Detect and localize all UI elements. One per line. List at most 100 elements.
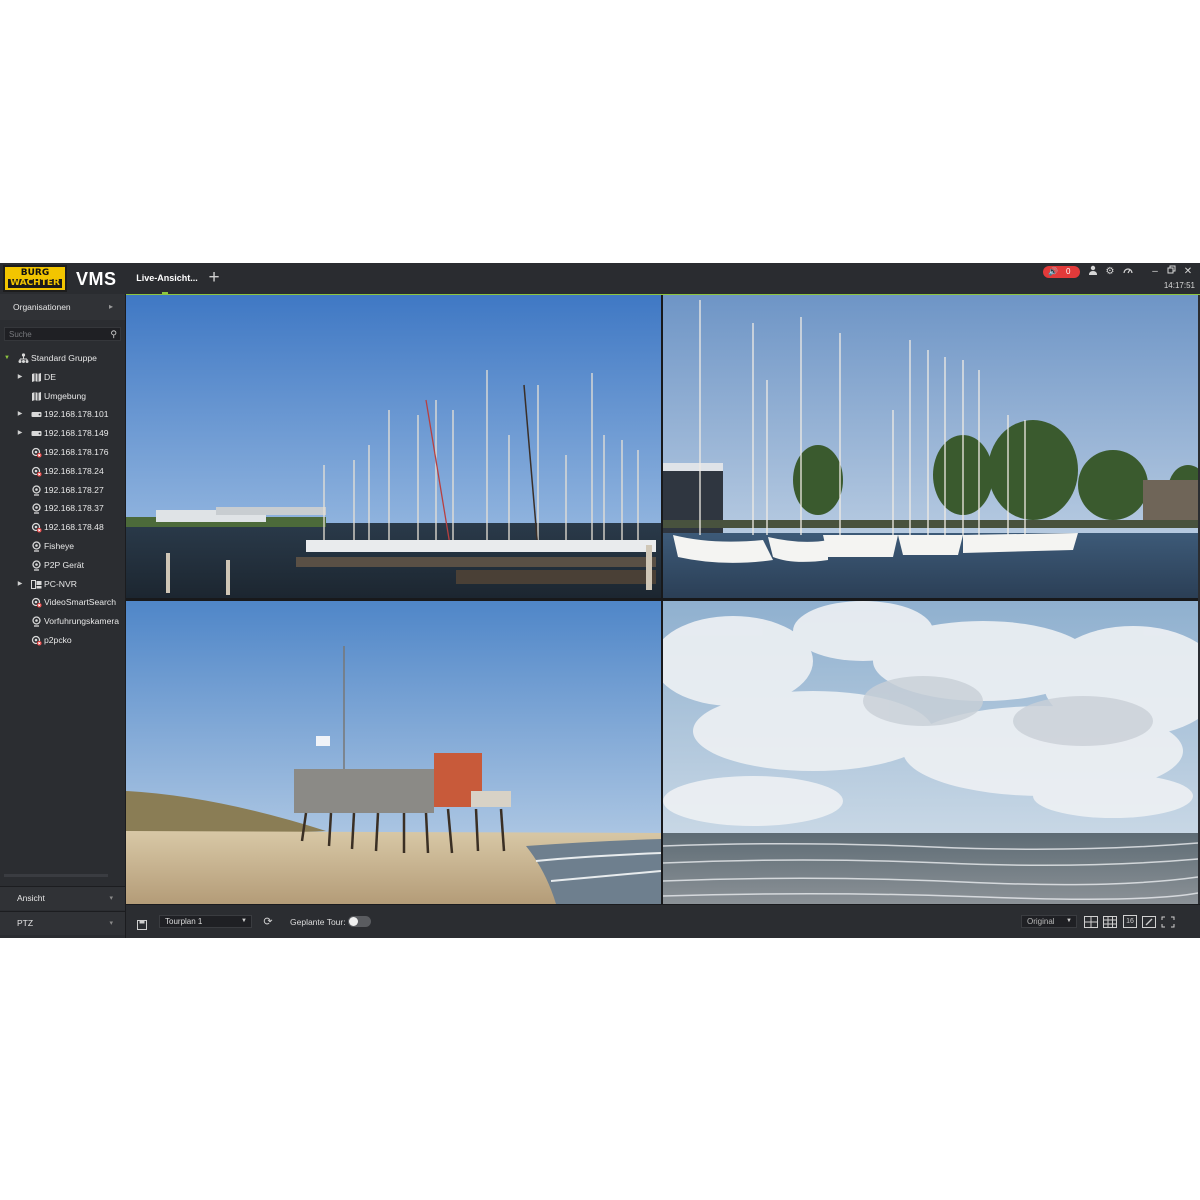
marina-video-feed [663,295,1198,598]
chevron-right-icon: ▸ [108,302,113,311]
tree-item[interactable]: Umgebung [0,387,125,405]
vms-window: BURG WÄCHTER VMS Live-Ansicht... + 🔊 0 ⚙… [0,263,1200,938]
add-tab-button[interactable]: + [205,268,223,288]
close-icon[interactable]: ✕ [1181,265,1195,279]
camera-offline-icon [31,596,42,608]
tree-item[interactable]: ▶ DE [0,368,125,386]
organisations-title: Organisationen [13,302,71,312]
beach-video-feed [126,601,661,904]
scale-value: Original [1027,917,1055,926]
tree-item[interactable]: ▶ 192.168.178.101 [0,405,125,423]
tree-item[interactable]: 192.168.178.27 [0,481,125,499]
tree-item-label: Umgebung [44,390,87,401]
refresh-icon[interactable]: ⟳ [261,915,275,929]
video-cell-1[interactable] [126,295,661,598]
expand-arrow-right-icon[interactable]: ▶ [16,575,24,593]
tree-item[interactable]: ▶ PC-NVR [0,575,125,593]
pc-nvr-icon [31,578,42,589]
expand-arrow-right-icon[interactable]: ▶ [16,424,24,442]
video-cell-4[interactable] [663,601,1198,904]
camera-icon [31,559,42,571]
tree-item-label: P2P Gerät [44,559,84,570]
scheduled-tour-label: Geplante Tour: [290,917,346,927]
camera-offline-icon [31,521,42,533]
clock: 14:17:51 [1163,281,1195,290]
scheduled-tour-toggle[interactable] [348,916,371,927]
tour-plan-select[interactable]: Tourplan 1 ▼ [159,915,252,928]
toggle-knob [349,917,358,926]
user-icon[interactable] [1086,265,1100,279]
minimize-icon[interactable]: – [1148,265,1162,279]
sidebar-scrollbar[interactable] [4,874,108,877]
sea-video-feed [663,601,1198,904]
tree-item[interactable]: VideoSmartSearch [0,593,125,611]
layout-16-icon[interactable]: 16 [1123,915,1137,928]
organisations-header[interactable]: Organisationen ▸ [0,294,125,320]
tree-item-label: Fisheye [44,541,75,551]
sidebar: Organisationen ▸ ⚲ ▼ Standard Gruppe ▶ DE Um… [0,294,126,938]
nvr-device-icon [31,408,42,419]
save-icon[interactable] [137,917,147,930]
tree-item[interactable]: ▶ 192.168.178.149 [0,424,125,442]
expand-arrow-down-icon[interactable]: ▼ [3,349,11,367]
map-icon [31,371,42,382]
camera-offline-icon [31,446,42,458]
tree-item-label: 192.168.178.149 [44,428,109,439]
tree-item[interactable]: 192.168.178.24 [0,462,125,480]
tree-item[interactable]: 192.168.178.48 [0,518,125,536]
speedometer-icon[interactable] [1121,265,1135,279]
ptz-section-header[interactable]: PTZ ▾ [0,911,125,935]
tour-plan-value: Tourplan 1 [165,917,203,926]
video-cell-3[interactable] [126,601,661,904]
tree-item[interactable]: Vorfuhrungskamera [0,612,125,630]
view-section-header[interactable]: Ansicht ▾ [0,886,125,910]
group-icon [18,352,29,363]
bottom-toolbar: Tourplan 1 ▼ ⟳ Geplante Tour: Original ▼… [126,904,1200,938]
camera-icon [31,484,42,496]
restore-icon[interactable] [1164,265,1178,279]
camera-icon [31,540,42,552]
tree-item-label: DE [44,371,56,382]
tree-item-label: Standard Gruppe [31,353,97,363]
burg-waechter-logo: BURG WÄCHTER [3,265,67,292]
tree-item-label: 192.168.178.24 [44,465,104,476]
logo-line1: BURG [20,268,50,278]
chevron-down-icon: ▾ [109,920,113,927]
expand-arrow-right-icon[interactable]: ▶ [16,405,24,423]
tree-item-label: p2pcko [44,635,72,645]
search-input[interactable] [9,328,101,340]
nvr-device-icon [31,427,42,438]
tree-item[interactable]: ▼ Standard Gruppe [0,349,125,367]
tree-item-label: 192.168.178.37 [44,503,104,514]
tree-item-label: Vorfuhrungskamera [44,616,119,627]
tab-live-view[interactable]: Live-Ansicht... [132,263,202,294]
tree-item-label: 192.168.178.48 [44,522,104,533]
tree-item-label: PC-NVR [44,578,77,589]
logo-line2: WÄCHTER [8,278,62,288]
view-section-label: Ansicht [17,893,45,903]
fullscreen-icon[interactable] [1161,915,1175,928]
alarm-count: 0 [1066,267,1071,276]
tree-item[interactable]: p2pcko [0,631,125,649]
tree-item[interactable]: Fisheye [0,537,125,555]
title-bar: BURG WÄCHTER VMS Live-Ansicht... + 🔊 0 ⚙… [0,263,1200,294]
layout-4-icon[interactable] [1084,915,1098,928]
tree-item[interactable]: P2P Gerät [0,556,125,574]
gear-icon[interactable]: ⚙ [1103,265,1117,279]
video-cell-2[interactable] [663,295,1198,598]
tree-item-label: 192.168.178.101 [44,409,109,420]
camera-icon [31,502,42,515]
expand-arrow-right-icon[interactable]: ▶ [16,368,24,386]
edit-layout-icon[interactable] [1142,915,1156,928]
tree-item[interactable]: 192.168.178.37 [0,499,125,517]
speaker-icon: 🔊 [1048,267,1058,276]
map-icon [31,390,42,401]
dropdown-arrow-icon: ▼ [1066,918,1072,924]
camera-offline-icon [31,465,42,477]
scale-select[interactable]: Original ▼ [1021,915,1077,928]
search-icon[interactable]: ⚲ [110,328,117,340]
alarm-badge[interactable]: 🔊 0 [1043,266,1080,278]
layout-9-icon[interactable] [1103,915,1117,928]
tree-item[interactable]: 192.168.178.176 [0,443,125,461]
live-view-grid [126,295,1198,904]
